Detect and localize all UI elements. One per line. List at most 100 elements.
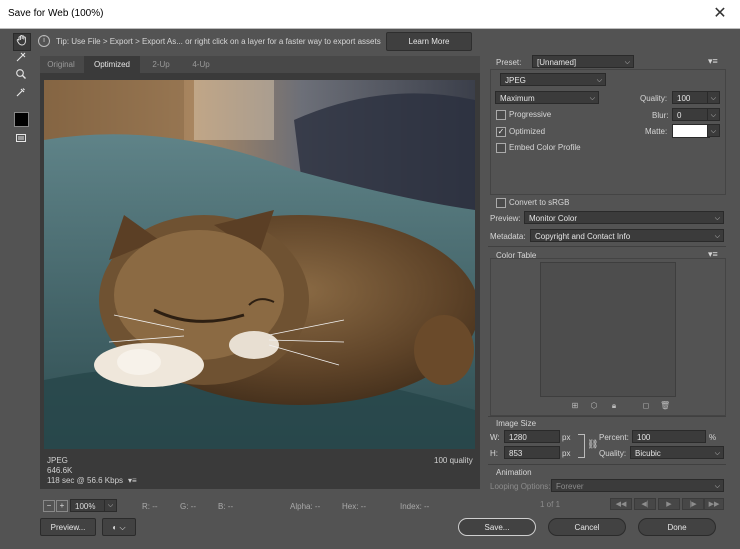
window-title: Save for Web (100%) [8, 8, 104, 19]
cancel-button[interactable]: Cancel [548, 518, 626, 536]
chevron-down-icon: ⌵ [624, 59, 630, 66]
image-format-label: JPEG [47, 456, 68, 465]
learn-more-button[interactable]: Learn More [386, 32, 472, 51]
compression-quality-dropdown[interactable]: Maximum ⌵ [495, 91, 599, 104]
preview-value: Monitor Color [529, 214, 578, 223]
divider [488, 464, 726, 465]
preset-value: [Unnamed] [537, 58, 577, 67]
zoom-tool-icon[interactable] [13, 68, 29, 84]
eyedropper-tool-icon[interactable] [13, 86, 29, 102]
metadata-dropdown[interactable]: Copyright and Contact Info ⌵ [530, 229, 724, 242]
chevron-down-icon: ⌵ [589, 95, 595, 102]
tip-text: Tip: Use File > Export > Export As... or… [56, 37, 381, 46]
height-unit: px [562, 449, 571, 458]
resample-quality-dropdown[interactable]: Bicubic ⌵ [630, 446, 724, 459]
preview-button[interactable]: Preview... [40, 518, 96, 536]
metadata-label: Metadata: [490, 232, 526, 241]
browser-preview-dropdown[interactable]: ◐ ⌵ [102, 518, 136, 536]
looping-options-dropdown[interactable]: Forever ⌵ [551, 479, 724, 492]
slice-select-tool-icon[interactable] [13, 51, 29, 67]
tab-4-up[interactable]: 4-Up [182, 56, 220, 73]
color-table-grid[interactable] [540, 262, 676, 397]
new-color-icon[interactable]: ◻ [641, 402, 651, 410]
close-icon[interactable]: ✕ [712, 6, 728, 22]
next-frame-button[interactable]: |▶ [682, 498, 704, 510]
height-input[interactable]: 853 [504, 446, 560, 459]
file-format-dropdown[interactable]: JPEG ⌵ [500, 73, 606, 86]
progressive-label: Progressive [509, 110, 552, 119]
matte-color-swatch[interactable] [672, 124, 710, 138]
metadata-value: Copyright and Contact Info [535, 232, 631, 241]
percent-input[interactable]: 100 [632, 430, 706, 443]
done-button[interactable]: Done [638, 518, 716, 536]
resample-quality-label: Quality: [599, 449, 627, 458]
save-button[interactable]: Save... [458, 518, 536, 536]
percent-label: Percent: [599, 433, 629, 442]
zoom-in-button[interactable]: + [56, 500, 68, 512]
chevron-down-icon: ⌵ [596, 77, 602, 84]
divider [488, 416, 726, 417]
green-readout: G: -- [180, 502, 196, 511]
constrain-bracket [578, 434, 585, 458]
optimize-menu-icon[interactable]: ▾≡ [708, 56, 718, 67]
embed-color-profile-checkbox[interactable] [496, 143, 506, 153]
zoom-out-button[interactable]: − [43, 500, 55, 512]
chevron-down-icon: ⌵ [714, 483, 720, 490]
matte-dropdown[interactable]: ⌵ [707, 124, 720, 137]
download-rate-menu-icon[interactable]: ▾≡ [128, 476, 137, 485]
convert-srgb-label: Convert to sRGB [509, 198, 570, 207]
play-button[interactable]: ▶ [658, 498, 680, 510]
preview-label: Preview: [490, 214, 521, 223]
chevron-down-icon: ⌵ [714, 233, 720, 240]
blur-input[interactable]: 0 [672, 108, 710, 121]
quality-slider-toggle[interactable]: ⌵ [707, 91, 720, 104]
matte-label: Matte: [645, 127, 668, 136]
chevron-down-icon: ⌵ [710, 95, 716, 102]
divider [488, 246, 726, 247]
tab-original[interactable]: Original [40, 56, 82, 73]
chevron-down-icon[interactable]: ⌵ [104, 499, 117, 512]
quality-label: Quality: [640, 94, 668, 103]
tab-optimized[interactable]: Optimized [84, 56, 140, 73]
chevron-down-icon: ⌵ [710, 112, 716, 119]
trash-icon[interactable]: 🗑︎ [660, 402, 670, 410]
optimized-label: Optimized [509, 127, 546, 136]
chevron-down-icon: ⌵ [714, 215, 720, 222]
eyedropper-color-swatch[interactable] [14, 112, 29, 127]
chevron-down-icon: ⌵ [714, 450, 720, 457]
embed-color-profile-label: Embed Color Profile [509, 143, 581, 152]
info-icon: i [38, 35, 50, 47]
looping-options-label: Looping Options: [490, 482, 551, 491]
optimized-checkbox[interactable]: ✓ [496, 127, 506, 137]
last-frame-button[interactable]: ▶▶ [704, 498, 724, 510]
toggle-slices-icon[interactable] [13, 132, 29, 148]
title-bar: Save for Web (100%) ✕ [0, 0, 740, 29]
image-quality-label: 100 quality [434, 456, 473, 465]
tab-2-up[interactable]: 2-Up [142, 56, 180, 73]
shift-web-safe-icon[interactable]: ⬡ [589, 402, 599, 410]
web-snap-icon[interactable]: ⊞ [570, 402, 580, 410]
previous-frame-button[interactable]: ◀| [634, 498, 656, 510]
hand-tool-icon[interactable] [13, 33, 31, 51]
preview-color-dropdown[interactable]: Monitor Color ⌵ [524, 211, 724, 224]
link-icon[interactable]: ⛓ [587, 439, 598, 450]
convert-srgb-checkbox[interactable] [496, 198, 506, 208]
red-readout: R: -- [142, 502, 158, 511]
height-label: H: [490, 449, 498, 458]
animation-title: Animation [496, 468, 532, 477]
blue-readout: B: -- [218, 502, 234, 511]
cat-photo[interactable] [44, 80, 475, 449]
quality-input[interactable]: 100 [672, 91, 710, 104]
browser-icon: ◐ [112, 523, 118, 532]
preset-dropdown[interactable]: [Unnamed] ⌵ [532, 55, 634, 68]
first-frame-button[interactable]: ◀◀ [610, 498, 632, 510]
looping-value: Forever [556, 482, 584, 491]
width-unit: px [562, 433, 571, 442]
image-file-size: 646.6K [47, 466, 73, 475]
lock-color-icon[interactable]: 🔒︎ [609, 402, 619, 410]
hex-readout: Hex: -- [342, 502, 366, 511]
width-input[interactable]: 1280 [504, 430, 560, 443]
progressive-checkbox[interactable] [496, 110, 506, 120]
alpha-readout: Alpha: -- [290, 502, 321, 511]
blur-slider-toggle[interactable]: ⌵ [707, 108, 720, 121]
